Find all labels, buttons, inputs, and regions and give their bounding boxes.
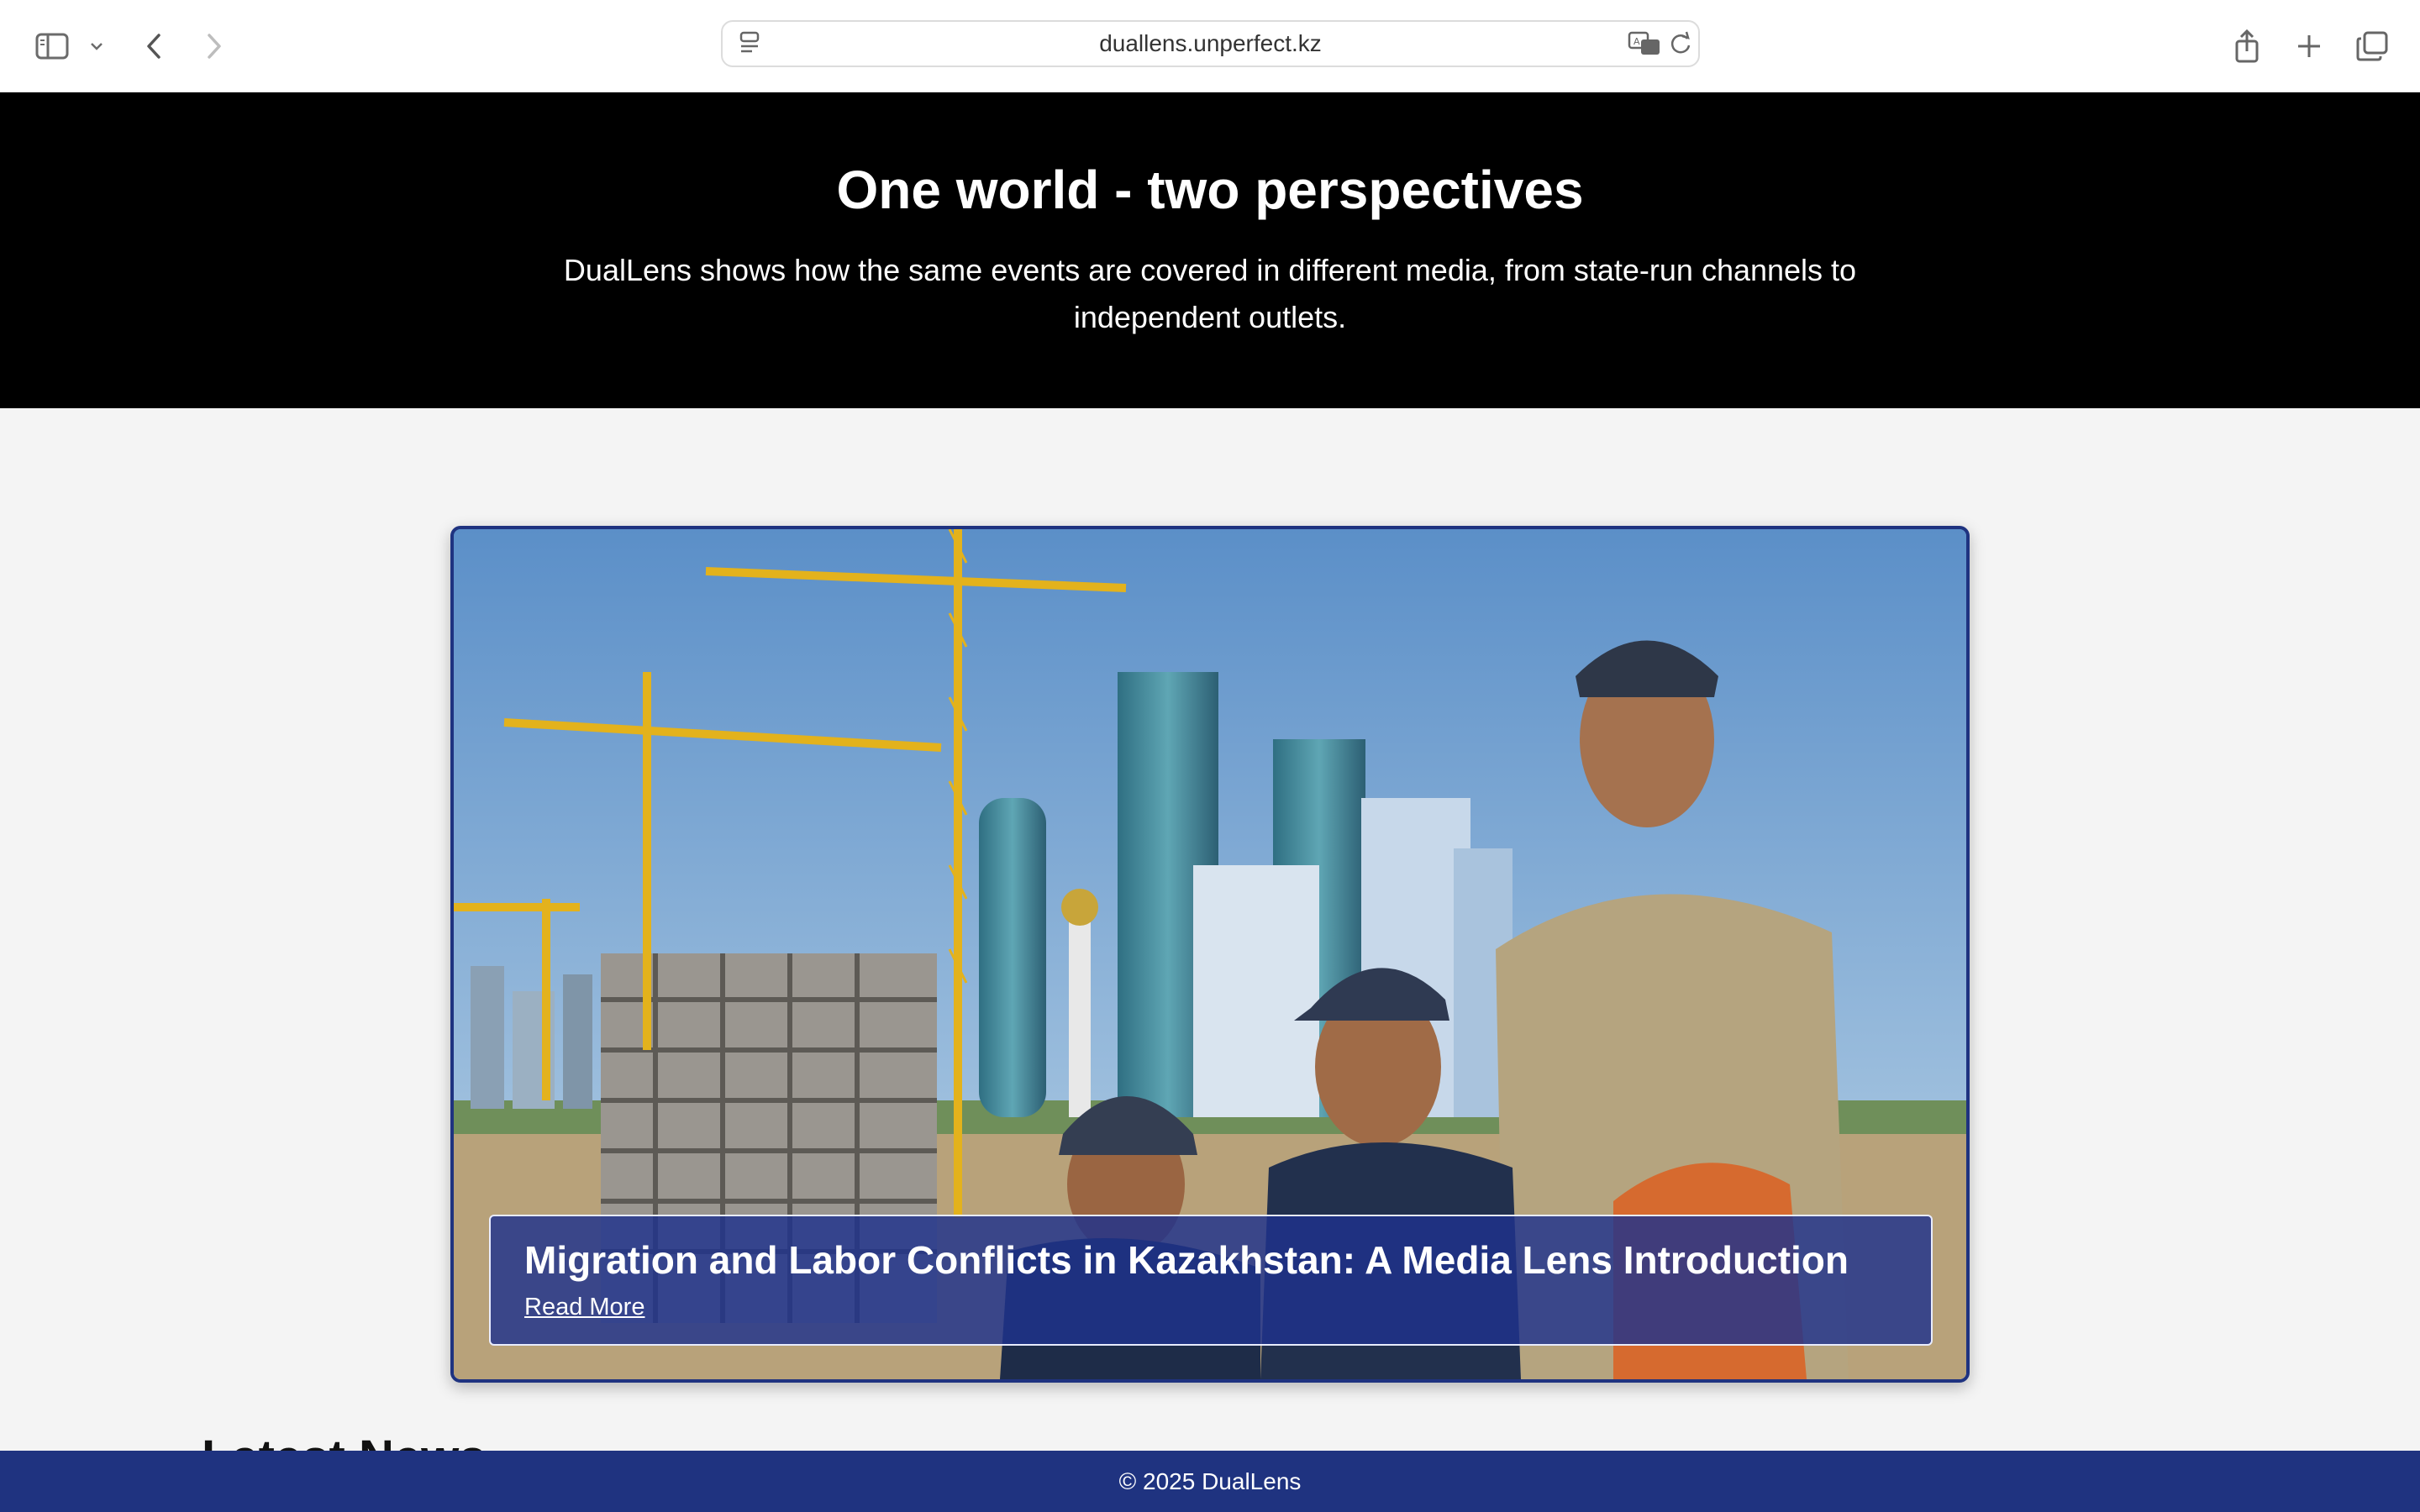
footer-copyright: © 2025 DualLens	[1118, 1467, 1302, 1494]
url-text[interactable]: duallens.unperfect.kz	[723, 22, 1698, 66]
read-more-link[interactable]: Read More	[524, 1294, 644, 1321]
plus-icon[interactable]	[2292, 23, 2326, 70]
sidebar-icon[interactable]	[30, 23, 74, 70]
address-bar[interactable]: duallens.unperfect.kz A	[721, 20, 1700, 67]
chevron-right-icon[interactable]	[202, 23, 227, 70]
reload-icon[interactable]	[1665, 22, 1696, 66]
featured-caption: Migration and Labor Conflicts in Kazakhs…	[489, 1215, 1933, 1346]
chevron-down-icon[interactable]	[87, 23, 106, 70]
svg-text:A: A	[1634, 36, 1640, 47]
share-icon[interactable]	[2230, 23, 2264, 70]
chevron-left-icon[interactable]	[141, 23, 166, 70]
hero-subtitle: DualLens shows how the same events are c…	[563, 253, 1857, 334]
featured-article-card[interactable]: Migration and Labor Conflicts in Kazakhs…	[450, 526, 1970, 1383]
hero-banner: One world - two perspectives DualLens sh…	[0, 92, 2420, 408]
translate-icon[interactable]: A	[1627, 22, 1662, 66]
hero-title: One world - two perspectives	[836, 160, 1584, 220]
featured-article-title[interactable]: Migration and Labor Conflicts in Kazakhs…	[524, 1235, 1897, 1285]
tabs-overview-icon[interactable]	[2354, 23, 2390, 70]
browser-toolbar: duallens.unperfect.kz A	[0, 0, 2420, 92]
site-footer: © 2025 DualLens	[0, 1451, 2420, 1512]
